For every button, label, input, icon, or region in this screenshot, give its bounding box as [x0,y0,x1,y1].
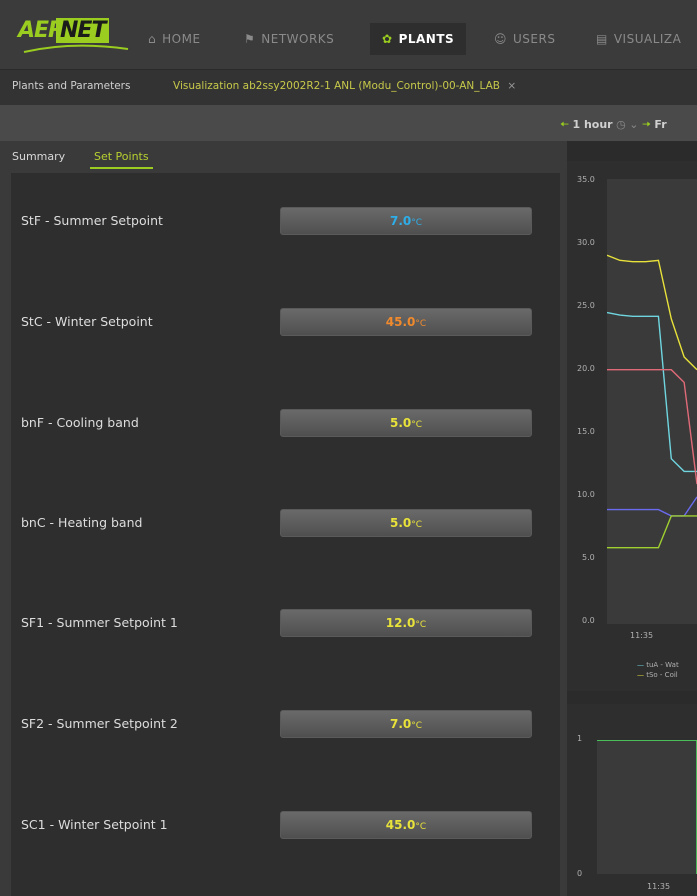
y-tick-label: 0.0 [582,616,595,625]
temperature-chart-plot [607,179,697,624]
sitemap-icon: ⚑ [244,32,256,46]
x-tick-label: 11:35 [630,631,654,640]
param-value-bnf-unit: °C [411,420,423,430]
nav-plants[interactable]: ✿ PLANTS [370,23,467,55]
status-chart: 1 0 11:35 [567,704,697,896]
subtab-summary[interactable]: Summary [12,150,65,163]
status-chart-plot [597,740,697,874]
tab-visualization-label: Visualization ab2ssy2002R2-1 ANL (Modu_C… [173,80,500,92]
y-tick-label: 5.0 [582,553,595,562]
y-tick-label: 0 [577,869,583,878]
aernet-logo[interactable]: AER NET [18,18,130,58]
legend-item: — tSo - Coil [637,671,678,679]
param-label-sf2: SF2 - Summer Setpoint 2 [21,716,178,731]
legend-label: tSo - Coil [646,671,678,679]
param-value-sf1[interactable]: 12.0°C [280,609,532,637]
param-value-bnc-number: 5.0 [389,516,412,530]
chevron-down-icon[interactable]: ⌄ [629,118,638,131]
param-label-sc1: SC1 - Winter Setpoint 1 [21,817,168,832]
arrow-left-icon[interactable]: 🠄 [560,118,569,131]
y-tick-label: 30.0 [577,238,595,247]
y-tick-label: 25.0 [577,301,595,310]
legend-label: tuA - Wat [646,661,679,669]
param-value-stf-unit: °C [411,218,423,228]
param-value-stc-unit: °C [415,319,427,329]
param-value-bnf-number: 5.0 [389,416,412,430]
panel-subtabs: Summary Set Points [0,141,560,173]
param-value-sf1-number: 12.0 [385,616,416,630]
tab-visualization[interactable]: Visualization ab2ssy2002R2-1 ANL (Modu_C… [173,80,516,92]
param-value-sf2[interactable]: 7.0°C [280,710,532,738]
x-tick-label: 11:35 [647,882,671,891]
y-tick-label: 20.0 [577,364,595,373]
nav-home-label: HOME [162,32,201,46]
home-icon: ⌂ [148,32,157,46]
y-tick-label: 35.0 [577,175,595,184]
tab-plants-and-parameters-label: Plants and Parameters [12,80,131,92]
plot-background [597,740,697,874]
parameter-list: StF - Summer Setpoint 7.0°C StC - Winter… [11,173,560,896]
top-navigation-bar: AER NET ⌂ HOME ⚑ NETWORKS ✿ PLANTS ☺ USE… [0,0,697,70]
y-tick-label: 1 [577,734,583,743]
param-value-sf1-unit: °C [415,620,427,630]
users-icon: ☺ [494,32,508,46]
nav-visualization[interactable]: ▤ VISUALIZA [596,23,681,55]
arrow-right-icon[interactable]: 🠆 [642,118,651,131]
set-points-panel: Summary Set Points StF - Summer Setpoint… [0,141,560,896]
nav-networks-label: NETWORKS [261,32,335,46]
param-value-bnc-unit: °C [411,520,423,530]
subtab-set-points[interactable]: Set Points [90,150,153,169]
chart-panel: 35.0 30.0 25.0 20.0 15.0 10.0 5.0 0.0 11… [567,141,697,896]
param-label-sf1: SF1 - Summer Setpoint 1 [21,615,178,630]
param-value-sc1-number: 45.0 [385,818,416,832]
nav-visualization-label: VISUALIZA [613,32,682,46]
plant-icon: ✿ [382,32,393,46]
logo-swoosh-icon [23,44,129,53]
close-icon[interactable]: × [507,80,516,92]
param-value-stc-number: 45.0 [385,315,416,329]
param-label-stf: StF - Summer Setpoint [21,213,163,228]
param-value-bnf[interactable]: 5.0°C [280,409,532,437]
logo-text-net: NET [56,18,110,43]
nav-home[interactable]: ⌂ HOME [148,23,201,55]
next-label: Fr [654,118,667,131]
param-value-sf2-unit: °C [411,721,423,731]
y-tick-label: 10.0 [577,490,595,499]
legend-item: — tuA - Wat [637,661,679,669]
param-value-stf-number: 7.0 [389,214,412,228]
param-label-stc: StC - Winter Setpoint [21,314,153,329]
param-label-bnc: bnC - Heating band [21,515,143,530]
period-label: 1 hour [572,118,613,131]
nav-networks[interactable]: ⚑ NETWORKS [244,23,334,55]
param-label-bnf: bnF - Cooling band [21,415,139,430]
nav-plants-label: PLANTS [398,32,455,46]
param-value-sf2-number: 7.0 [389,717,412,731]
param-value-stc[interactable]: 45.0°C [280,308,532,336]
tab-plants-and-parameters[interactable]: Plants and Parameters [12,80,130,92]
param-value-bnc[interactable]: 5.0°C [280,509,532,537]
temperature-chart: 35.0 30.0 25.0 20.0 15.0 10.0 5.0 0.0 11… [567,161,697,691]
y-tick-label: 15.0 [577,427,595,436]
param-value-sc1[interactable]: 45.0°C [280,811,532,839]
nav-users[interactable]: ☺ USERS [494,23,555,55]
param-value-sc1-unit: °C [415,822,427,832]
period-selector[interactable]: 🠄 1 hour ◷ ⌄ 🠆 Fr [560,116,667,135]
clock-icon: ◷ [616,118,626,131]
tabs-bar: Plants and Parameters Visualization ab2s… [0,70,697,105]
time-toolbar: 🠄 1 hour ◷ ⌄ 🠆 Fr [0,105,697,141]
chart-icon: ▤ [596,32,608,46]
nav-users-label: USERS [513,32,556,46]
param-value-stf[interactable]: 7.0°C [280,207,532,235]
plot-background [607,179,697,624]
